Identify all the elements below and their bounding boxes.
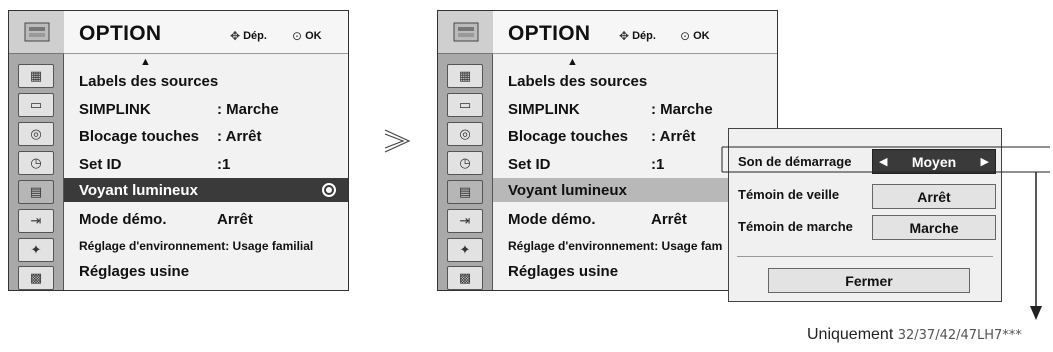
next-step-arrow-icon — [384, 129, 411, 153]
ok-circle-icon: ⊙ — [680, 29, 691, 43]
ok-circle-icon: ⊙ — [292, 29, 303, 43]
audio-icon[interactable]: ◎ — [447, 122, 483, 146]
menu-item-set-id[interactable]: Set ID:1 — [64, 152, 348, 176]
menu-item-reglages-usine[interactable]: Réglages usine — [64, 259, 348, 283]
option-icon[interactable]: ▤ — [18, 180, 54, 204]
dpad-icon: ✥ — [619, 29, 630, 43]
model-footnote: Uniquement 32/37/42/47LH7*** — [807, 326, 1022, 343]
arrow-right-icon[interactable]: ▶ — [981, 155, 989, 168]
clock-icon[interactable]: ◷ — [18, 151, 54, 175]
standby-led-label: Témoin de veille — [738, 187, 840, 202]
ok-hint: ⊙ OK — [292, 29, 322, 43]
ok-hint: ⊙ OK — [680, 29, 710, 43]
menu-item-simplink[interactable]: SIMPLINK: Marche — [64, 97, 348, 121]
menu-title: OPTION — [508, 22, 591, 45]
option-category-icon — [438, 11, 493, 54]
menu-header: OPTION ✥ Dép. ⊙ OK — [493, 11, 777, 54]
usb-icon[interactable]: ✦ — [18, 238, 54, 262]
power-led-label: Témoin de marche — [738, 219, 853, 234]
menu-title: OPTION — [79, 22, 162, 45]
category-icon-column: ▦ ▭ ◎ ◷ ▤ ⇥ ✦ ▩ — [438, 11, 493, 290]
startup-sound-label: Son de démarrage — [738, 154, 852, 169]
power-led-value[interactable]: Marche — [872, 215, 996, 240]
picture-icon[interactable]: ▦ — [18, 64, 54, 88]
menu-header: OPTION ✥ Dép. ⊙ OK — [64, 11, 348, 54]
scroll-up-icon[interactable]: ▲ — [567, 56, 578, 68]
screen-icon[interactable]: ▭ — [447, 93, 483, 117]
ok-radio-icon — [322, 183, 336, 197]
photo-icon[interactable]: ▩ — [18, 266, 54, 290]
voyant-lumineux-popup: Son de démarrage ◀ Moyen ▶ Témoin de vei… — [728, 128, 1002, 302]
photo-icon[interactable]: ▩ — [447, 266, 483, 290]
menu-item-labels-des-sources[interactable]: Labels des sources — [64, 69, 348, 93]
standby-led-value[interactable]: Arrêt — [872, 184, 996, 209]
option-menu-right: ▦ ▭ ◎ ◷ ▤ ⇥ ✦ ▩ OPTION ✥ Dép. ⊙ OK ▲ Label… — [437, 10, 778, 291]
option-menu-left: ▦ ▭ ◎ ◷ ▤ ⇥ ✦ ▩ OPTION ✥ Dép. ⊙ OK ▲ Label… — [8, 10, 349, 291]
nav-hint: ✥ Dép. — [230, 29, 267, 43]
clock-icon[interactable]: ◷ — [447, 151, 483, 175]
scroll-up-icon[interactable]: ▲ — [140, 56, 151, 68]
menu-item-simplink[interactable]: SIMPLINK: Marche — [493, 97, 777, 121]
menu-item-mode-demo[interactable]: Mode démo. Arrêt — [64, 207, 348, 231]
arrow-left-icon[interactable]: ◀ — [879, 155, 887, 168]
menu-item-reglage-environnement[interactable]: Réglage d'environnement: Usage familial — [64, 233, 348, 257]
nav-hint: ✥ Dép. — [619, 29, 656, 43]
picture-icon[interactable]: ▦ — [447, 64, 483, 88]
input-icon[interactable]: ⇥ — [447, 209, 483, 233]
option-icon[interactable]: ▤ — [447, 180, 483, 204]
close-button[interactable]: Fermer — [768, 268, 970, 293]
input-icon[interactable]: ⇥ — [18, 209, 54, 233]
dpad-icon: ✥ — [230, 29, 241, 43]
audio-icon[interactable]: ◎ — [18, 122, 54, 146]
category-icon-column: ▦ ▭ ◎ ◷ ▤ ⇥ ✦ ▩ — [9, 11, 64, 290]
menu-item-voyant-lumineux[interactable]: Voyant lumineux — [64, 178, 348, 202]
startup-sound-selector[interactable]: ◀ Moyen ▶ — [872, 149, 996, 174]
divider — [737, 256, 993, 257]
menu-item-labels-des-sources[interactable]: Labels des sources — [493, 69, 777, 93]
option-category-icon — [9, 11, 64, 54]
menu-item-blocage-touches[interactable]: Blocage touches: Arrêt — [64, 124, 348, 148]
screen-icon[interactable]: ▭ — [18, 93, 54, 117]
usb-icon[interactable]: ✦ — [447, 238, 483, 262]
